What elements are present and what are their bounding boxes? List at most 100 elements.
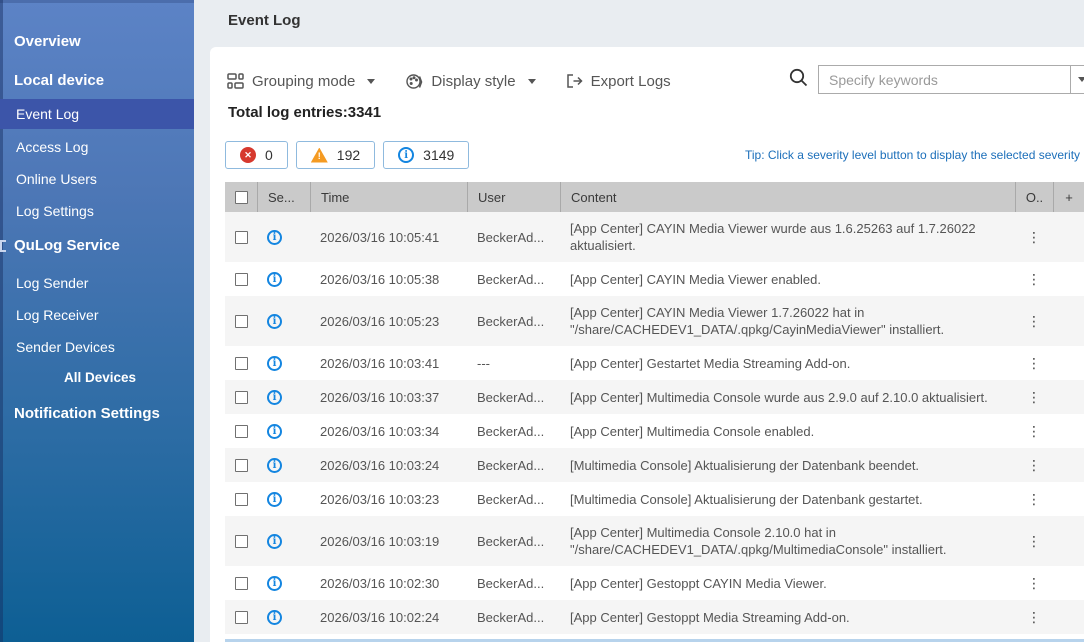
export-logs-label: Export Logs: [591, 73, 671, 90]
row-checkbox[interactable]: [235, 315, 248, 328]
row-user: BeckerAd...: [467, 458, 560, 473]
table-row[interactable]: i 2026/03/16 10:03:41 --- [App Center] G…: [225, 346, 1084, 380]
info-severity-icon: i: [267, 492, 282, 507]
table-row[interactable]: i 2026/03/16 10:03:19 BeckerAd... [App C…: [225, 516, 1084, 566]
row-time: 2026/03/16 10:03:34: [310, 424, 467, 439]
sidebar-item-event-log[interactable]: Event Log: [0, 99, 194, 129]
sidebar-item-online-users[interactable]: Online Users: [0, 164, 194, 194]
sidebar-item-log-settings[interactable]: Log Settings: [0, 196, 194, 226]
table-row[interactable]: i 2026/03/16 10:02:30 BeckerAd... [App C…: [225, 566, 1084, 600]
table-row[interactable]: i 2026/03/16 10:03:23 BeckerAd... [Multi…: [225, 482, 1084, 516]
error-count: 0: [265, 147, 273, 163]
row-time: 2026/03/16 10:05:23: [310, 314, 467, 329]
row-actions-kebab-icon[interactable]: ⋮: [1027, 492, 1041, 506]
row-content: [App Center] CAYIN Media Viewer enabled.: [560, 263, 1015, 296]
info-severity-icon: i: [267, 458, 282, 473]
info-severity-button[interactable]: i 3149: [383, 141, 469, 169]
sidebar-collapse-icon[interactable]: [0, 240, 6, 252]
row-content: [App Center] Gestartet Media Streaming A…: [560, 347, 1015, 380]
column-header-operation[interactable]: O..: [1015, 182, 1053, 212]
row-actions-kebab-icon[interactable]: ⋮: [1027, 424, 1041, 438]
sidebar-item-log-receiver[interactable]: Log Receiver: [0, 300, 194, 330]
select-all-checkbox[interactable]: [235, 191, 248, 204]
table-header: Se... Time User Content O.. +: [225, 182, 1084, 212]
row-checkbox[interactable]: [235, 231, 248, 244]
column-header-content[interactable]: Content: [560, 182, 1015, 212]
row-actions-kebab-icon[interactable]: ⋮: [1027, 534, 1041, 548]
toolbar: Grouping mode Display style: [227, 67, 701, 95]
table-row[interactable]: i 2026/03/16 10:03:24 BeckerAd... [Multi…: [225, 448, 1084, 482]
search-field: [818, 65, 1084, 94]
row-actions-kebab-icon[interactable]: ⋮: [1027, 458, 1041, 472]
row-user: BeckerAd...: [467, 610, 560, 625]
row-time: 2026/03/16 10:03:19: [310, 534, 467, 549]
search-icon: [788, 67, 809, 93]
row-checkbox[interactable]: [235, 493, 248, 506]
row-content: [App Center] Gestoppt CAYIN Media Viewer…: [560, 567, 1015, 600]
row-user: BeckerAd...: [467, 492, 560, 507]
row-user: BeckerAd...: [467, 390, 560, 405]
row-checkbox[interactable]: [235, 611, 248, 624]
search-input[interactable]: [819, 66, 1070, 93]
row-actions-kebab-icon[interactable]: ⋮: [1027, 610, 1041, 624]
export-logs-button[interactable]: Export Logs: [566, 73, 671, 90]
sidebar-item-notification-settings[interactable]: Notification Settings: [0, 399, 194, 429]
info-severity-icon: i: [267, 272, 282, 287]
row-time: 2026/03/16 10:02:24: [310, 610, 467, 625]
row-checkbox[interactable]: [235, 577, 248, 590]
row-actions-kebab-icon[interactable]: ⋮: [1027, 272, 1041, 286]
info-icon: i: [398, 147, 414, 163]
row-actions-kebab-icon[interactable]: ⋮: [1027, 314, 1041, 328]
row-content: [App Center] Multimedia Console wurde au…: [560, 381, 1015, 414]
column-header-user[interactable]: User: [467, 182, 560, 212]
search-options-dropdown[interactable]: [1070, 66, 1084, 93]
error-severity-button[interactable]: ✕ 0: [225, 141, 288, 169]
row-user: BeckerAd...: [467, 534, 560, 549]
warning-severity-button[interactable]: ! 192: [296, 141, 375, 169]
row-checkbox[interactable]: [235, 357, 248, 370]
table-row[interactable]: i 2026/03/16 10:05:23 BeckerAd... [App C…: [225, 296, 1084, 346]
info-severity-icon: i: [267, 390, 282, 405]
info-severity-icon: i: [267, 314, 282, 329]
row-user: BeckerAd...: [467, 424, 560, 439]
info-severity-icon: i: [267, 534, 282, 549]
event-log-panel: Grouping mode Display style: [210, 47, 1084, 642]
error-icon: ✕: [240, 147, 256, 163]
row-checkbox[interactable]: [235, 459, 248, 472]
row-time: 2026/03/16 10:05:41: [310, 230, 467, 245]
row-actions-kebab-icon[interactable]: ⋮: [1027, 576, 1041, 590]
table-row[interactable]: i 2026/03/16 10:03:34 BeckerAd... [App C…: [225, 414, 1084, 448]
row-user: BeckerAd...: [467, 576, 560, 591]
sidebar-item-qulog-service[interactable]: QuLog Service: [0, 231, 194, 261]
table-row[interactable]: i 2026/03/16 10:05:38 BeckerAd... [App C…: [225, 262, 1084, 296]
column-header-time[interactable]: Time: [310, 182, 467, 212]
add-column-button[interactable]: +: [1053, 182, 1084, 212]
row-time: 2026/03/16 10:03:24: [310, 458, 467, 473]
row-content: [Multimedia Console] Aktualisierung der …: [560, 483, 1015, 516]
row-checkbox[interactable]: [235, 273, 248, 286]
info-severity-icon: i: [267, 576, 282, 591]
row-actions-kebab-icon[interactable]: ⋮: [1027, 230, 1041, 244]
sidebar-item-log-sender[interactable]: Log Sender: [0, 268, 194, 298]
sidebar-item-local-device[interactable]: Local device: [0, 66, 194, 96]
sidebar-item-access-log[interactable]: Access Log: [0, 132, 194, 162]
table-row[interactable]: i 2026/03/16 10:03:37 BeckerAd... [App C…: [225, 380, 1084, 414]
row-content: [App Center] Multimedia Console enabled.: [560, 415, 1015, 448]
sidebar-item-overview[interactable]: Overview: [0, 27, 194, 57]
page-title: Event Log: [228, 12, 301, 29]
sidebar-item-all-devices[interactable]: All Devices: [0, 363, 194, 393]
row-checkbox[interactable]: [235, 535, 248, 548]
row-user: BeckerAd...: [467, 272, 560, 287]
table-row[interactable]: i 2026/03/16 10:05:41 BeckerAd... [App C…: [225, 212, 1084, 262]
export-icon: [566, 73, 583, 89]
row-checkbox[interactable]: [235, 391, 248, 404]
display-style-button[interactable]: Display style: [405, 73, 535, 90]
column-header-severity[interactable]: Se...: [257, 182, 310, 212]
sidebar-item-sender-devices[interactable]: Sender Devices: [0, 332, 194, 362]
row-checkbox[interactable]: [235, 425, 248, 438]
grouping-mode-button[interactable]: Grouping mode: [227, 73, 375, 90]
row-actions-kebab-icon[interactable]: ⋮: [1027, 390, 1041, 404]
row-user: BeckerAd...: [467, 230, 560, 245]
table-row[interactable]: i 2026/03/16 10:02:24 BeckerAd... [App C…: [225, 600, 1084, 634]
row-actions-kebab-icon[interactable]: ⋮: [1027, 356, 1041, 370]
